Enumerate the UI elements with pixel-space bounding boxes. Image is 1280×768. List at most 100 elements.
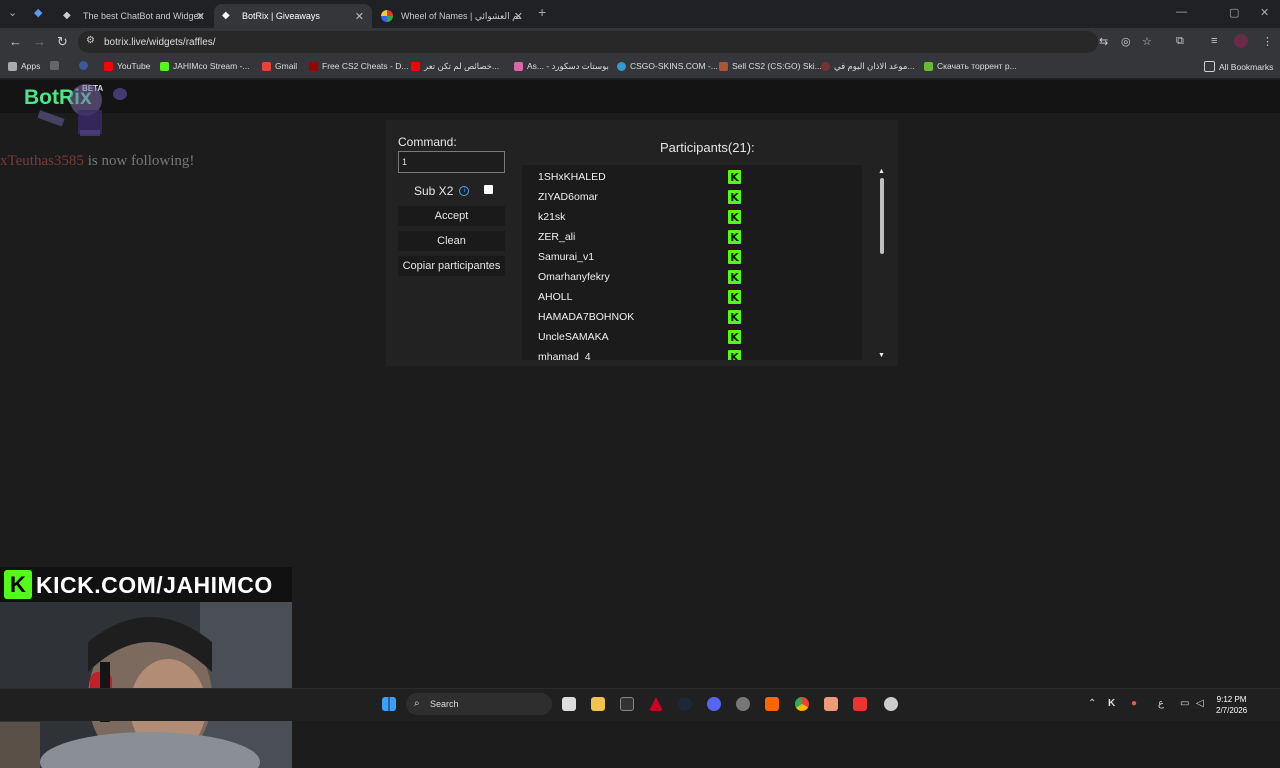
taskbar-search[interactable]: ⌕ Search: [406, 693, 552, 715]
kick-logo-icon: K: [4, 570, 32, 599]
botrix-favicon-icon: ◆: [63, 10, 71, 21]
follow-alert: xTeuthas3585 is now following!: [0, 153, 194, 170]
wheel-favicon-icon: [381, 10, 393, 22]
scroll-up-icon[interactable]: ▲: [878, 168, 885, 175]
kick-channel-url: KICK.COM/JAHIMCO: [36, 572, 273, 598]
copy-participants-button[interactable]: Copiar participantes: [398, 256, 505, 276]
sell-icon: [719, 61, 728, 71]
close-icon[interactable]: ✕: [514, 10, 523, 23]
brave-icon[interactable]: [765, 697, 779, 711]
participants-scrollbar[interactable]: ▲ ▼: [878, 168, 888, 360]
chrome-icon[interactable]: [795, 697, 809, 711]
tab-wheel-of-names[interactable]: Wheel of Names | سم العشوائي ✕: [373, 4, 531, 28]
command-input[interactable]: [398, 151, 505, 173]
bookmark-star-icon[interactable]: ☆: [1142, 35, 1152, 48]
bookmark-torrent[interactable]: Скачать торрент р...: [924, 61, 1017, 71]
back-icon[interactable]: ←: [9, 34, 22, 49]
info-icon[interactable]: i: [459, 186, 470, 196]
steam-icon[interactable]: [678, 697, 692, 711]
discord-icon[interactable]: [707, 697, 721, 711]
clock-date: 2/7/2026: [1216, 706, 1248, 715]
bookmark-apps[interactable]: Apps: [8, 61, 40, 71]
scroll-thumb[interactable]: [880, 178, 884, 254]
app-g-icon[interactable]: [620, 697, 634, 711]
bookmarks-bar: Apps YouTube JAHIMco Stream -... Gmail F…: [0, 56, 1280, 79]
bookmark-sell-cs2[interactable]: Sell CS2 (CS:GO) Ski...: [719, 61, 822, 71]
pinned-tab-icon[interactable]: ◆: [34, 6, 42, 19]
eye-off-icon[interactable]: ◎: [1121, 35, 1131, 48]
restore-button[interactable]: ▢: [1229, 6, 1239, 19]
follower-name: xTeuthas3585: [0, 153, 84, 169]
bookmark-facebook[interactable]: [79, 61, 92, 70]
site-header: BotRix BETA: [0, 80, 1280, 113]
profile-avatar[interactable]: [1234, 34, 1248, 48]
windows-start-icon[interactable]: [382, 697, 396, 711]
app-a-icon[interactable]: [824, 697, 838, 711]
close-icon[interactable]: ✕: [196, 10, 205, 23]
kick-tray-icon[interactable]: K: [1108, 698, 1115, 709]
language-indicator[interactable]: ع: [1158, 698, 1164, 709]
participant-name: UncleSAMAKA: [538, 331, 609, 343]
tab-giveaways[interactable]: ◆ BotRix | Giveaways ✕: [214, 4, 372, 28]
new-tab-button[interactable]: +: [538, 4, 546, 20]
command-label: Command:: [398, 135, 457, 149]
forward-icon[interactable]: →: [33, 34, 46, 49]
network-icon[interactable]: ▭: [1180, 698, 1189, 709]
menu-icon[interactable]: ⋮: [1262, 35, 1273, 48]
steelseries-icon[interactable]: [884, 697, 898, 711]
volume-icon[interactable]: ◁: [1196, 698, 1204, 709]
address-bar[interactable]: ⚙ botrix.live/widgets/raffles/: [78, 31, 1098, 53]
bookmark-all[interactable]: All Bookmarks: [1204, 61, 1273, 72]
app-circle-icon[interactable]: [736, 697, 750, 711]
site-info-icon[interactable]: ⚙: [86, 35, 95, 46]
list-item: ZER_ali K: [538, 227, 862, 247]
list-item: Omarhanyfekry K: [538, 267, 862, 287]
participant-name: k21sk: [538, 211, 566, 223]
bookmark-prayer-times[interactable]: موعد الاذان اليوم في...: [821, 61, 915, 72]
grid-icon: [50, 61, 59, 70]
bookmark-jahimco[interactable]: JAHIMco Stream -...: [160, 61, 250, 71]
bookmark-grid[interactable]: [50, 61, 63, 70]
bookmark-gmail[interactable]: Gmail: [262, 61, 297, 71]
participant-name: AHOLL: [538, 291, 573, 303]
clean-button[interactable]: Clean: [398, 231, 505, 251]
participants-list[interactable]: 1SHxKHALED K ZIYAD6omar K k21sk K ZER_ali K …: [522, 165, 862, 360]
bookmark-discord-posts[interactable]: As... - بوستات دسكورد: [514, 61, 609, 72]
sub-x2-checkbox[interactable]: [484, 185, 493, 194]
cheats-icon: [309, 61, 318, 71]
close-icon[interactable]: ✕: [355, 10, 364, 23]
mascot-icon: [37, 84, 127, 136]
list-item: mhamad_4 K: [538, 347, 862, 360]
bookmark-cs2-cheats[interactable]: Free CS2 Cheats - D...: [309, 61, 408, 71]
translate-icon[interactable]: ⇆: [1099, 35, 1108, 48]
gmail-icon: [262, 61, 271, 71]
file-explorer-icon[interactable]: [591, 697, 605, 711]
list-item: ZIYAD6omar K: [538, 187, 862, 207]
navigation-bar: ← → ↻ ⚙ botrix.live/widgets/raffles/ ⇆ ◎…: [0, 28, 1280, 56]
tab-search-icon[interactable]: ⌄: [8, 6, 17, 19]
reload-icon[interactable]: ↻: [57, 34, 68, 50]
bookmark-csgo-skins[interactable]: CSGO-SKINS.COM -...: [617, 61, 718, 71]
bookmark-youtube[interactable]: YouTube: [104, 61, 150, 71]
scroll-down-icon[interactable]: ▼: [878, 352, 885, 359]
minimize-button[interactable]: —: [1176, 6, 1187, 18]
kick-badge-icon: K: [728, 170, 741, 184]
tray-chevron-icon[interactable]: ⌃: [1088, 698, 1096, 709]
youtube-icon: [104, 61, 113, 71]
bookmark-features[interactable]: خصائص لم تكن تعر...: [411, 61, 499, 72]
close-window-button[interactable]: ✕: [1260, 6, 1269, 19]
task-view-icon[interactable]: [562, 697, 576, 711]
url-text: botrix.live/widgets/raffles/: [104, 36, 216, 48]
tab-chatbot[interactable]: ◆ The best ChatBot and Widgets ✕: [55, 4, 213, 28]
accept-button[interactable]: Accept: [398, 206, 505, 226]
taskbar-clock[interactable]: 9:12 PM 2/7/2026: [1216, 694, 1247, 716]
list-item: Samurai_v1 K: [538, 247, 862, 267]
mic-icon[interactable]: ●: [1131, 698, 1137, 709]
kick-badge-icon: K: [728, 190, 741, 204]
extensions-icon[interactable]: ⧉: [1176, 35, 1184, 48]
app-red-icon[interactable]: [853, 697, 867, 711]
windows-taskbar: ⌕ Search ⌃ K ● ع ▭ ◁ 9:12 PM 2/7/2026: [0, 688, 1280, 721]
reading-list-icon[interactable]: ≡: [1211, 35, 1217, 47]
rockstar-icon[interactable]: [649, 697, 663, 711]
list-item: HAMADA7BOHNOK K: [538, 307, 862, 327]
